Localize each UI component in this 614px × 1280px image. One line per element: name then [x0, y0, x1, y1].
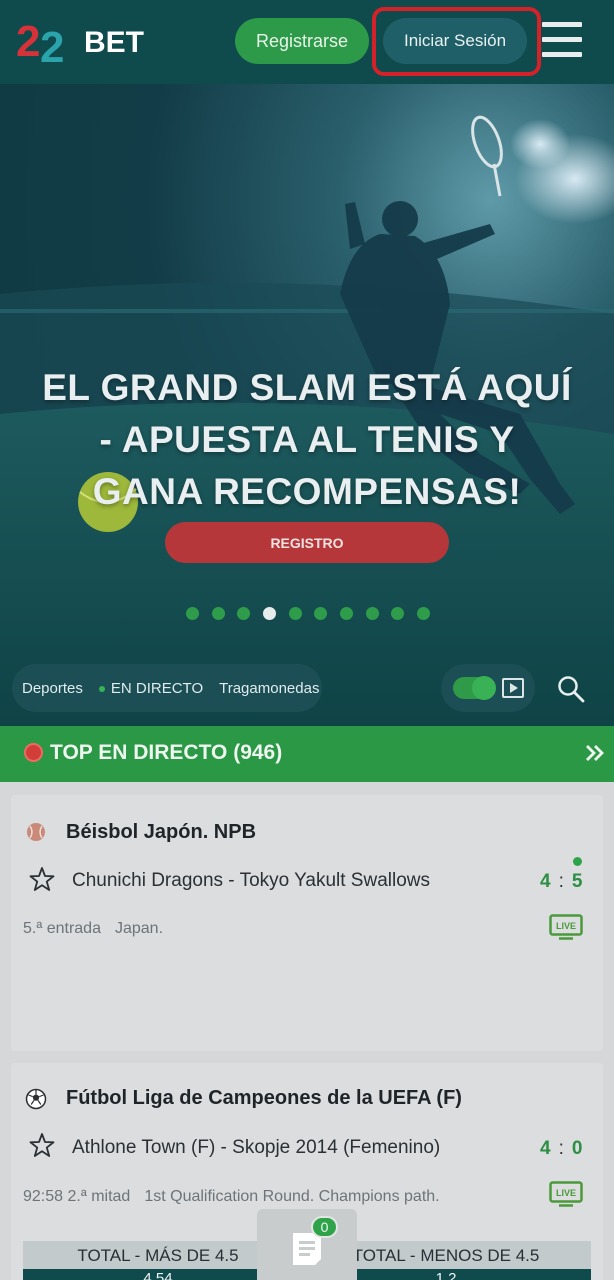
- top-header: 2 2 BET Registrarse Iniciar Sesión: [0, 0, 614, 84]
- carousel-dot[interactable]: [416, 606, 430, 620]
- login-button-highlight: [372, 7, 541, 76]
- match-period: 5.ª entrada: [23, 920, 101, 937]
- 22bet-logo[interactable]: 2 2 BET: [16, 12, 166, 72]
- video-play-icon[interactable]: [502, 678, 524, 698]
- banner-headline: EL GRAND SLAM ESTÁ AQUÍ - APUESTA AL TEN…: [42, 367, 572, 512]
- live-stream-controls: [441, 664, 535, 712]
- register-button[interactable]: Registrarse: [235, 18, 369, 64]
- score-away: 0: [571, 1138, 583, 1159]
- match-score: 4:5: [540, 871, 583, 892]
- carousel-dots: [186, 606, 430, 620]
- league-title: Béisbol Japón. NPB: [66, 821, 257, 843]
- carousel-dot[interactable]: [262, 606, 276, 620]
- live-toggle[interactable]: [453, 676, 496, 700]
- match-meta: 92:58 2.ª mitad 1st Qualification Round. …: [23, 1188, 454, 1206]
- favorite-star-icon[interactable]: [29, 1132, 55, 1158]
- carousel-dot[interactable]: [186, 606, 199, 620]
- live-record-icon: [24, 743, 43, 762]
- serve-indicator: [573, 857, 582, 866]
- sport-nav: Deportes EN DIRECTO Tragamonedas: [12, 664, 322, 712]
- carousel-dot[interactable]: [237, 606, 251, 620]
- live-tv-icon[interactable]: LIVE: [549, 1181, 583, 1208]
- live-indicator-dot: [98, 685, 105, 692]
- svg-text:2: 2: [40, 23, 64, 72]
- svg-text:LIVE: LIVE: [556, 921, 576, 931]
- carousel-dot[interactable]: [211, 606, 225, 620]
- score-home: 4: [540, 871, 551, 892]
- nav-live[interactable]: EN DIRECTO: [98, 679, 204, 697]
- search-icon[interactable]: [557, 675, 585, 703]
- match-info: 1st Qualification Round. Champions path.: [144, 1188, 440, 1205]
- section-title: TOP EN DIRECTO (946): [50, 741, 283, 764]
- carousel-dot[interactable]: [314, 606, 328, 620]
- favorite-star-icon[interactable]: [29, 866, 55, 892]
- score-home: 4: [540, 1138, 551, 1159]
- match-name[interactable]: Athlone Town (F) - Skopje 2014 (Femenino…: [72, 1137, 440, 1159]
- nav-sports[interactable]: Deportes: [22, 680, 83, 697]
- carousel-dot[interactable]: [365, 606, 379, 620]
- carousel-dot[interactable]: [391, 606, 405, 620]
- score-away: 5: [571, 871, 583, 892]
- match-name[interactable]: Chunichi Dragons - Tokyo Yakult Swallows: [72, 870, 430, 892]
- match-meta: 5.ª entrada Japan.: [23, 920, 177, 938]
- carousel-dot[interactable]: [288, 606, 302, 620]
- toggle-knob: [472, 676, 496, 700]
- svg-text:LIVE: LIVE: [556, 1188, 576, 1198]
- nav-live-label: EN DIRECTO: [110, 679, 204, 697]
- event-card[interactable]: Béisbol Japón. NPB Chunichi Dragons - To…: [11, 795, 603, 1051]
- banner-register-button[interactable]: REGISTRO: [165, 522, 449, 563]
- logo-text: BET: [84, 26, 144, 59]
- top-live-header[interactable]: TOP EN DIRECTO (946): [0, 726, 614, 782]
- hamburger-menu-icon[interactable]: [542, 22, 582, 58]
- double-chevron-right-icon[interactable]: [584, 742, 606, 764]
- carousel-dot[interactable]: [339, 606, 353, 620]
- odds-value: 4.54: [23, 1269, 293, 1280]
- match-period: 92:58 2.ª mitad: [23, 1188, 131, 1205]
- betslip-button[interactable]: [257, 1209, 357, 1280]
- betslip-count-badge: 0: [311, 1216, 338, 1238]
- promo-banner[interactable]: EL GRAND SLAM ESTÁ AQUÍ - APUESTA AL TEN…: [0, 84, 614, 726]
- odds-label: TOTAL - MÁS DE 4.5: [77, 1246, 239, 1265]
- soccer-ball-icon: [25, 1088, 47, 1110]
- nav-slots[interactable]: Tragamonedas: [219, 680, 319, 697]
- odds-over-button[interactable]: TOTAL - MÁS DE 4.5 4.54: [23, 1241, 293, 1280]
- svg-text:2: 2: [16, 17, 40, 66]
- live-tv-icon[interactable]: LIVE: [549, 914, 583, 941]
- league-title: Fútbol Liga de Campeones de la UEFA (F): [66, 1087, 462, 1109]
- match-info: Japan.: [114, 920, 164, 937]
- match-score: 4:0: [540, 1138, 583, 1159]
- baseball-icon: [27, 823, 45, 841]
